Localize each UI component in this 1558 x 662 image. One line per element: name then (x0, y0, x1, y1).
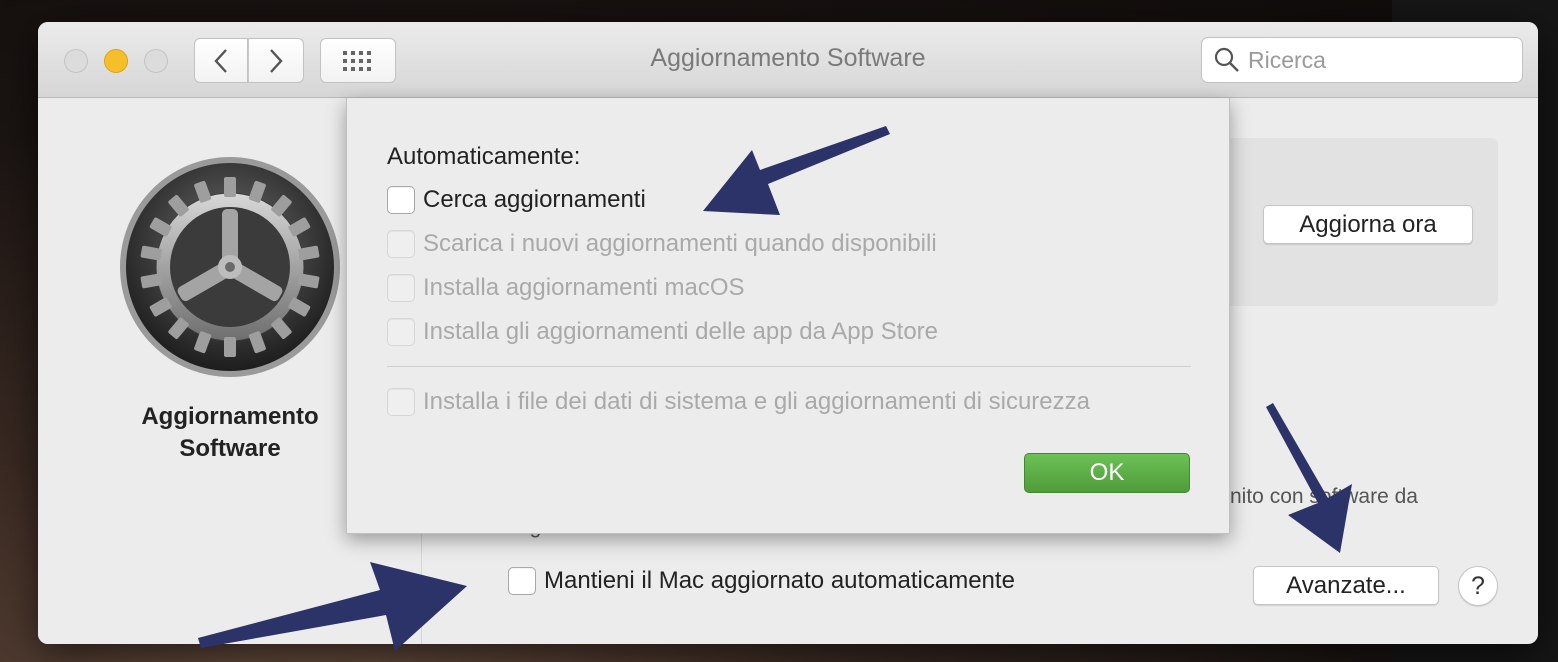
auto-update-checkbox[interactable] (508, 567, 536, 595)
install-security-checkbox (387, 388, 415, 416)
app-name-line1: Aggiornamento (141, 403, 319, 430)
sheet-divider (387, 366, 1191, 367)
advanced-button[interactable]: Avanzate... (1253, 566, 1439, 605)
install-macos-checkbox (387, 274, 415, 302)
download-updates-label: Scarica i nuovi aggiornamenti quando dis… (423, 230, 937, 257)
help-button[interactable]: ? (1458, 566, 1498, 606)
ok-button[interactable]: OK (1024, 453, 1190, 493)
app-name-line2: Software (179, 435, 281, 462)
install-security-label: Installa i file dei dati di sistema e gl… (423, 388, 1090, 415)
check-updates-checkbox[interactable] (387, 186, 415, 214)
software-update-gear-icon (120, 157, 340, 377)
info-text-fragment: nito con software da (1230, 485, 1418, 508)
app-name: Aggiornamento Software (98, 401, 362, 465)
download-updates-checkbox (387, 230, 415, 258)
option-download-updates: Scarica i nuovi aggiornamenti quando dis… (387, 230, 937, 258)
option-check-updates[interactable]: Cerca aggiornamenti (387, 186, 646, 214)
option-install-macos: Installa aggiornamenti macOS (387, 274, 745, 302)
install-app-store-checkbox (387, 318, 415, 346)
titlebar: Aggiornamento Software (38, 22, 1538, 98)
search-field[interactable] (1201, 37, 1523, 83)
update-now-button[interactable]: Aggiorna ora (1263, 205, 1473, 244)
search-input[interactable] (1248, 46, 1508, 74)
check-updates-label: Cerca aggiornamenti (423, 186, 646, 213)
option-install-app-store: Installa gli aggiornamenti delle app da … (387, 318, 938, 346)
sheet-title: Automaticamente: (387, 143, 581, 170)
option-install-security: Installa i file dei dati di sistema e gl… (387, 388, 1090, 416)
install-macos-label: Installa aggiornamenti macOS (423, 274, 745, 301)
install-app-store-label: Installa gli aggiornamenti delle app da … (423, 318, 939, 345)
search-icon (1214, 47, 1239, 72)
auto-update-row: Mantieni il Mac aggiornato automaticamen… (508, 567, 1015, 595)
auto-update-label: Mantieni il Mac aggiornato automaticamen… (544, 567, 1015, 594)
advanced-settings-sheet: Automaticamente: Cerca aggiornamenti Sca… (346, 98, 1230, 534)
